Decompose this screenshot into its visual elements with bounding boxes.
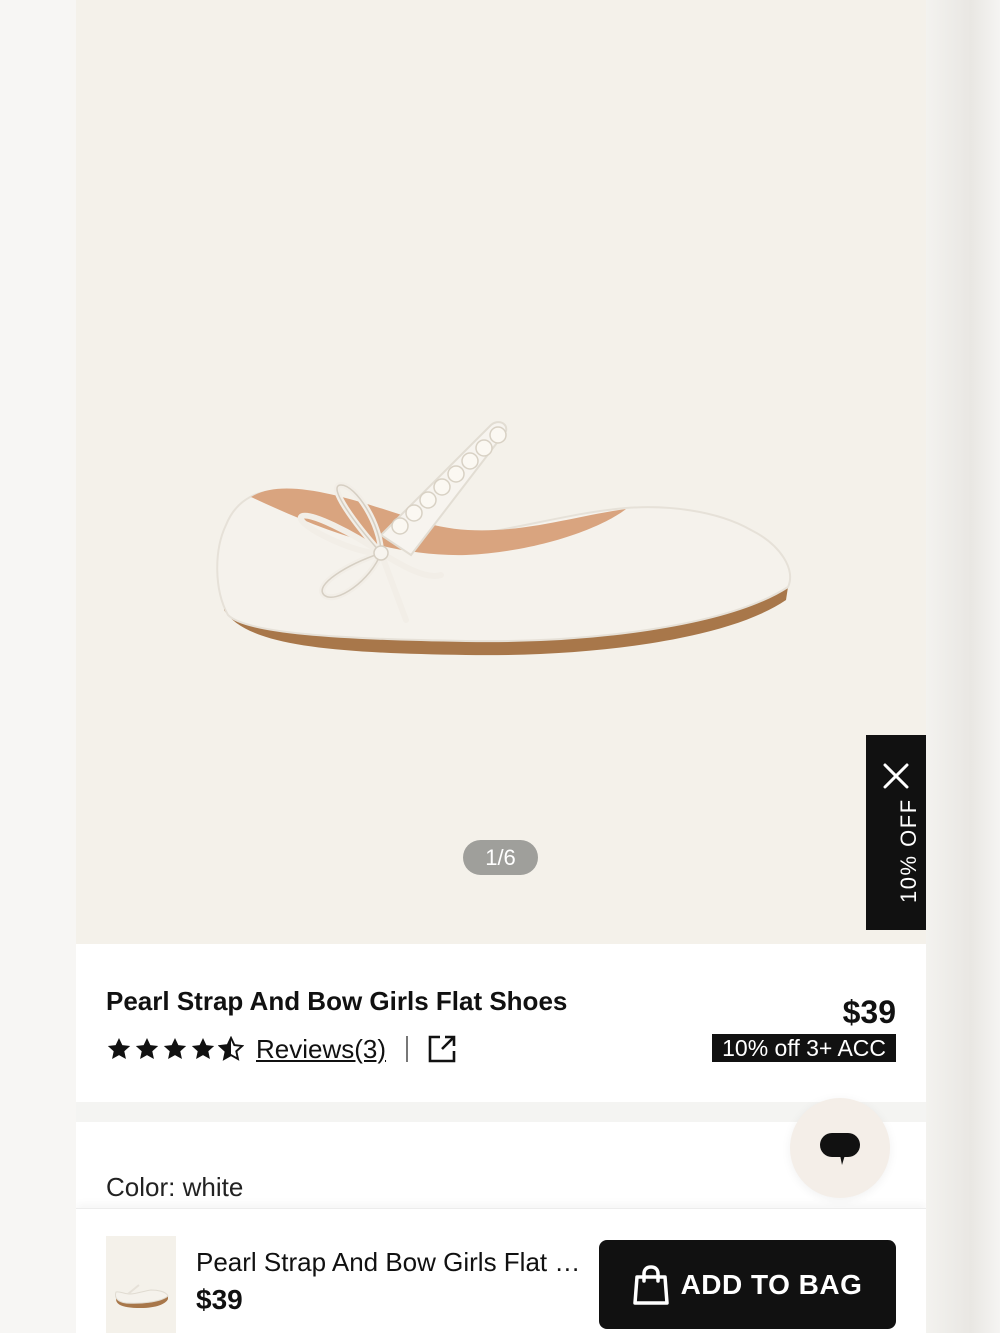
product-price: $39	[842, 994, 896, 1030]
add-to-bag-button[interactable]: ADD TO BAG	[599, 1240, 896, 1329]
product-thumbnail	[106, 1236, 176, 1333]
star-icon	[135, 1037, 159, 1059]
star-icon	[163, 1037, 187, 1059]
reviews-link[interactable]: Reviews(3)	[256, 1034, 386, 1065]
product-title: Pearl Strap And Bow Girls Flat Shoes	[106, 986, 568, 1016]
chat-icon	[820, 1133, 860, 1165]
deal-badge: 10% off 3+ ACC	[712, 1034, 896, 1062]
star-rating	[106, 1036, 244, 1062]
product-info: Pearl Strap And Bow Girls Flat Shoes Rev…	[76, 944, 926, 1102]
share-icon[interactable]	[426, 1033, 458, 1065]
bar-product-title: Pearl Strap And Bow Girls Flat Shoes	[196, 1247, 591, 1277]
chat-button[interactable]	[790, 1098, 890, 1198]
star-icon	[191, 1037, 215, 1059]
bar-product-price: $39	[196, 1284, 243, 1315]
thumbnail-shoe-image	[115, 1284, 169, 1308]
close-icon[interactable]	[883, 763, 909, 789]
product-image	[216, 421, 792, 656]
image-counter: 1/6	[463, 840, 538, 875]
add-to-bag-label: ADD TO BAG	[680, 1268, 863, 1300]
right-margin	[926, 0, 1000, 1333]
shopping-bag-icon	[632, 1264, 669, 1305]
promo-label: 10% OFF	[896, 798, 921, 903]
discount-promo-tab[interactable]: 10% OFF	[866, 735, 926, 930]
product-page: 1/6 10% OFF Pearl Strap And Bow Girls Fl…	[76, 0, 926, 1333]
color-label: Color: white	[106, 1172, 244, 1202]
half-star-icon	[218, 1036, 244, 1061]
sticky-add-to-bag-bar: Pearl Strap And Bow Girls Flat Shoes $39…	[76, 1208, 926, 1333]
star-icon	[107, 1037, 131, 1059]
product-image-gallery[interactable]: 1/6 10% OFF	[76, 0, 926, 944]
divider	[406, 1036, 409, 1062]
left-margin	[0, 0, 76, 1333]
rating-row: Reviews(3)	[106, 1032, 458, 1066]
